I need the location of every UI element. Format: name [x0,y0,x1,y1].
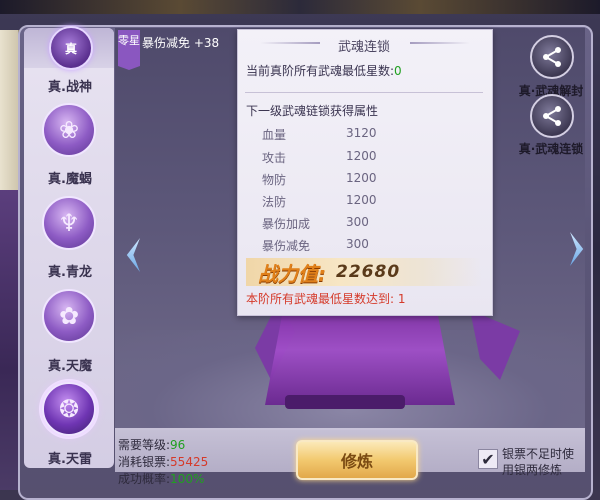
current-min-star-value: 0 [394,64,402,78]
soul-orb-lotus-icon[interactable]: ✿ [42,289,96,343]
stat-name: 物防 [262,173,287,187]
cost-silver: 消耗银票:55425 [118,453,208,470]
power-value: 22680 [336,262,401,282]
checkmark-icon: ✔ [481,449,495,469]
checkbox-line-2: 用银两修炼 [502,463,563,477]
cost-label: 消耗银票: [118,455,171,469]
stat-value: 3120 [346,126,377,140]
success-value: 100% [170,472,205,486]
cultivate-label: 修炼 [340,452,373,471]
current-min-star-line: 当前真阶所有武魂最低星数:0 [246,62,402,79]
sidebar-item-label-3: 真.天魔 [48,359,92,374]
use-silver-checkbox[interactable]: ✔ [478,449,498,469]
success-label: 成功概率: [118,472,171,486]
stat-name: 暴伤加成 [262,217,311,231]
required-level: 需要等级:96 [118,436,185,453]
sidebar-item-label-4: 真.天雷 [48,452,92,467]
stat-value: 1200 [346,193,377,207]
character-base [285,395,405,409]
checkbox-line-1: 银票不足时使 [502,447,575,461]
cost-value: 55425 [170,455,209,469]
stat-value: 1200 [346,171,377,185]
chain-node-icon [543,47,561,67]
soul-chain-label: 真·武魂连锁 [518,142,584,156]
required-level-value: 96 [170,438,186,452]
soul-unseal-button[interactable] [530,35,574,79]
popup-divider [245,92,483,93]
next-level-label: 下一级武魂链锁获得属性 [246,104,379,118]
left-scroll-decoration [0,30,20,190]
stat-name: 血量 [262,128,287,142]
stat-name: 攻击 [262,151,287,165]
emblem-label: 真 [64,41,77,56]
emblem-button[interactable]: 真 [49,26,93,70]
cultivate-button[interactable]: 修炼 [296,440,418,480]
left-purple-decoration [0,190,20,490]
chain-link-icon [543,106,561,126]
stat-value: 300 [346,237,369,251]
soul-chain-button[interactable] [530,94,574,138]
required-level-label: 需要等级: [118,438,171,452]
star-requirement-text: 本阶所有武魂最低星数达到: 1 [246,292,406,306]
zero-star-tag-label: 零星 [118,34,140,47]
use-silver-text: 银票不足时使 用银两修炼 [502,446,592,478]
stat-name: 暴伤减免 [262,239,311,253]
popup-title: 武魂连锁 [337,40,390,55]
sidebar-item-label-2: 真.青龙 [48,265,92,280]
sidebar-item-label-0: 真.战神 [48,80,92,95]
sidebar-item-label-1: 真.魔蝎 [48,172,92,187]
zero-star-tag: 零星 [118,30,140,70]
current-min-star-label: 当前真阶所有武魂最低星数: [246,64,395,78]
bonus-label: 暴伤减免 +38 [142,36,220,50]
stat-name: 法防 [262,195,287,209]
soul-orb-dragon-icon[interactable]: ♆ [42,196,96,250]
power-label: 战力值: [258,262,326,286]
soul-orb-mosha-icon[interactable]: ❀ [42,103,96,157]
character-model [265,305,455,405]
soul-orb-thunder-icon[interactable]: ❂ [42,382,96,436]
stat-value: 300 [346,215,369,229]
top-decoration-strip [0,0,600,14]
success-rate: 成功概率:100% [118,470,204,487]
stat-value: 1200 [346,149,377,163]
